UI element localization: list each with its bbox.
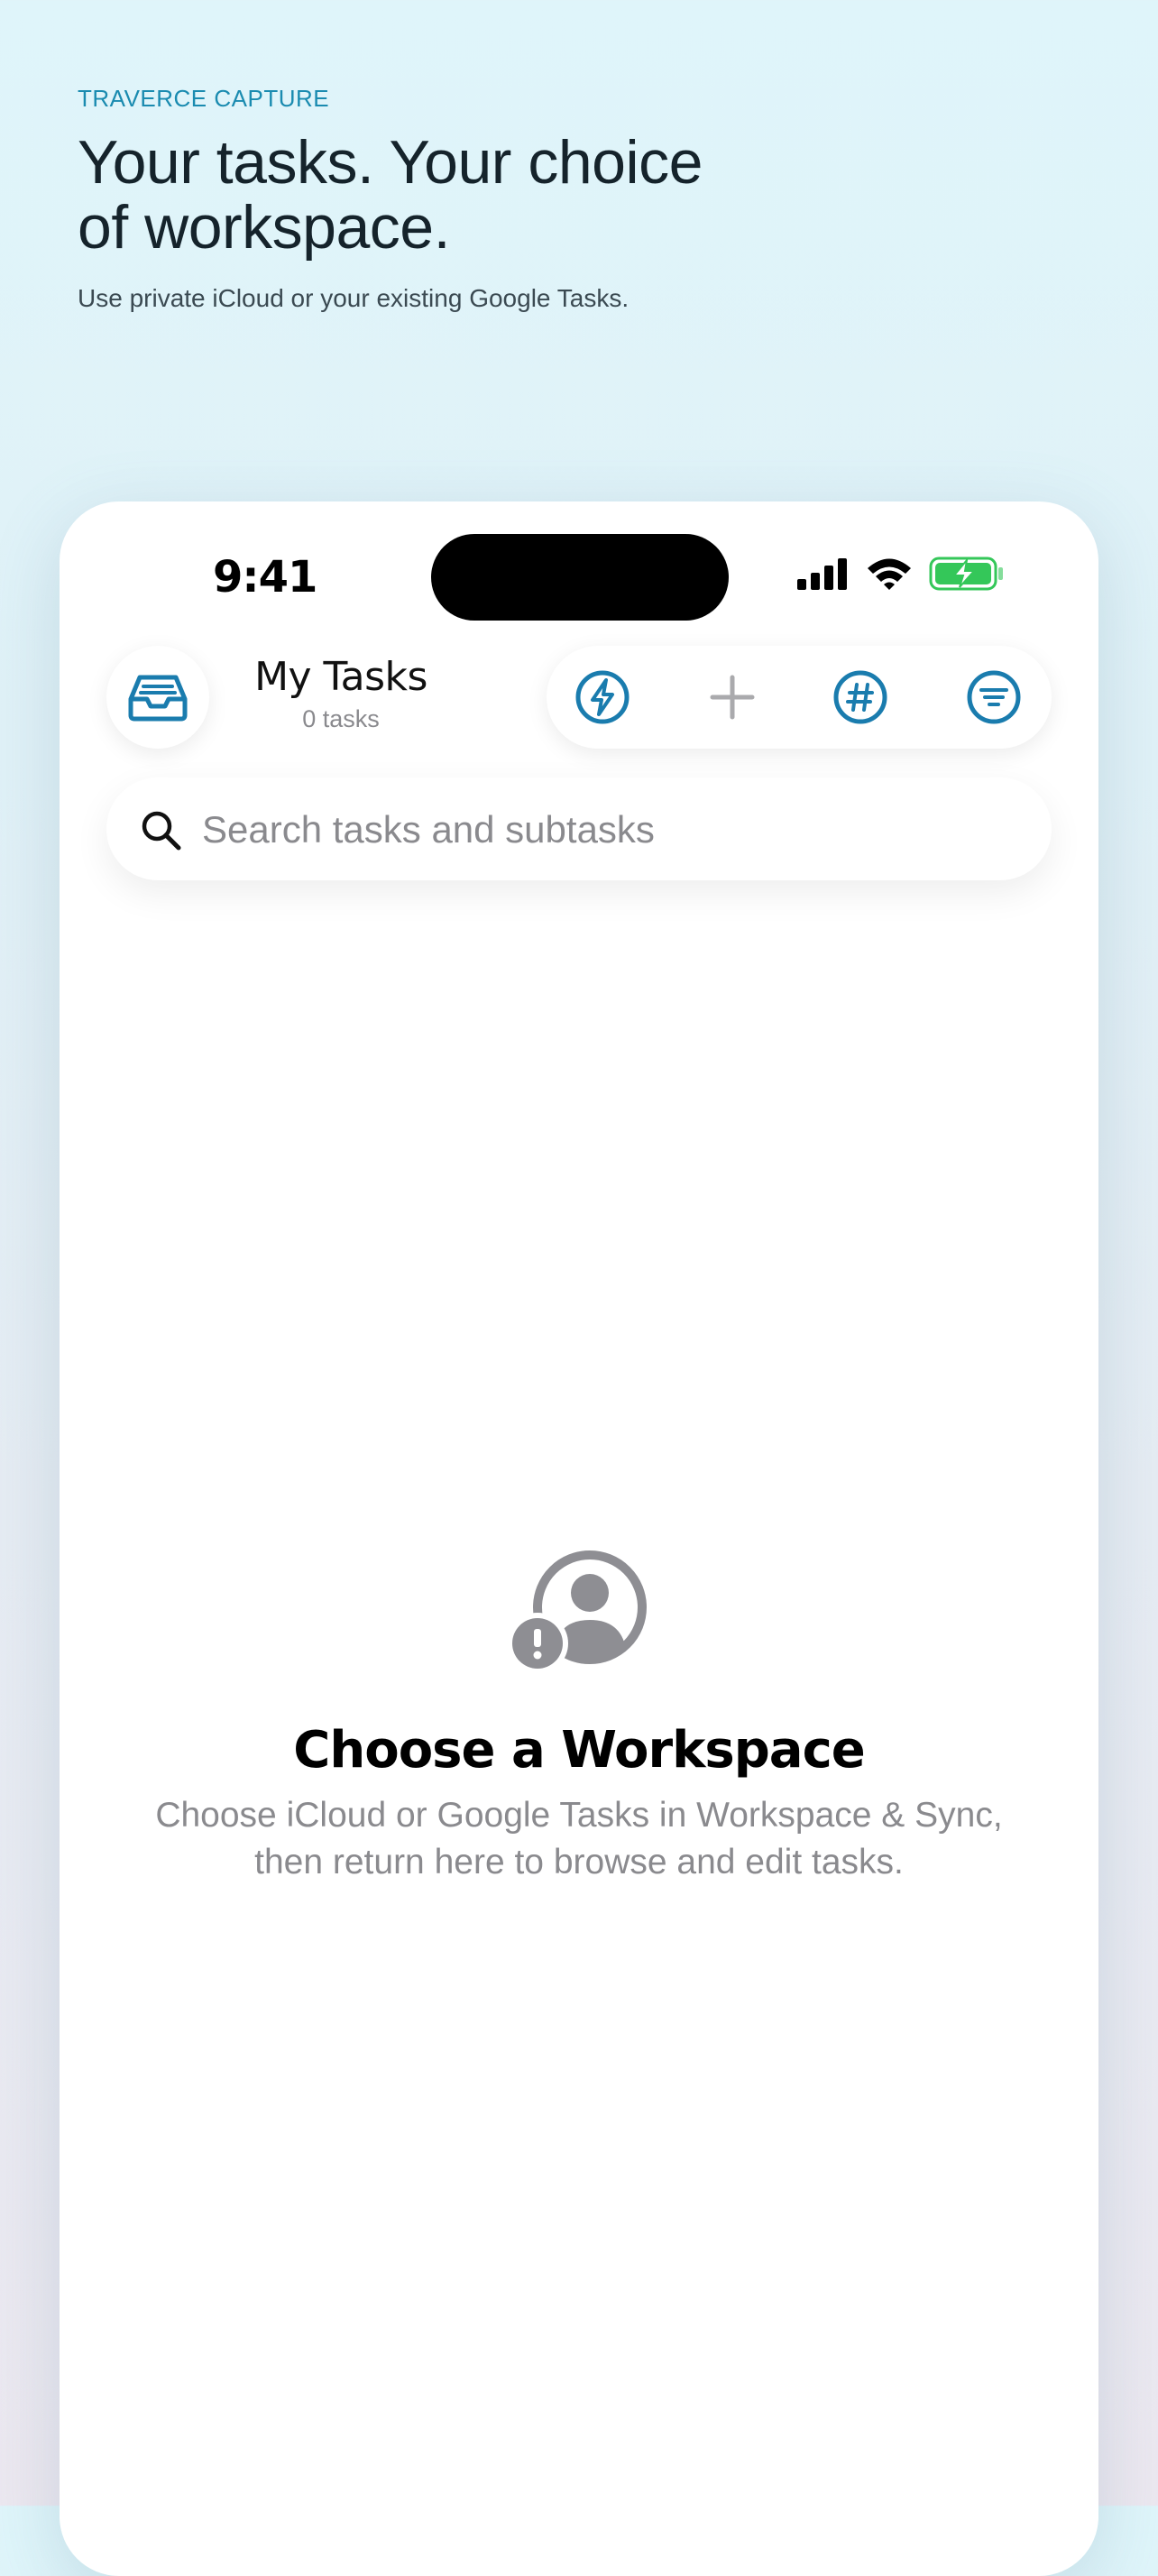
bolt-icon <box>575 670 630 724</box>
cellular-signal-icon <box>797 558 847 590</box>
empty-state-body-line-1: Choose iCloud or Google Tasks in Workspa… <box>155 1796 1003 1835</box>
marketing-header: TRAVERCE CAPTURE Your tasks. Your choice… <box>78 83 1070 314</box>
empty-state: Choose a Workspace Choose iCloud or Goog… <box>60 1548 1098 1886</box>
battery-charging-icon <box>929 557 1003 591</box>
subhead: Use private iCloud or your existing Goog… <box>78 284 630 312</box>
phone-screen: 9:41 My Tasks 0 tasks Search tasks and s… <box>60 501 1098 2576</box>
empty-state-body: Choose iCloud or Google Tasks in Workspa… <box>128 1792 1030 1886</box>
hashtag-icon <box>833 670 887 724</box>
eyebrow-label: TRAVERCE CAPTURE <box>78 85 330 112</box>
filter-icon <box>967 670 1021 724</box>
empty-state-body-line-2: then return here to browse and edit task… <box>254 1843 904 1881</box>
header-row: My Tasks 0 tasks <box>106 646 1052 750</box>
search-input[interactable] <box>200 799 1016 860</box>
filter-button[interactable] <box>965 668 1023 726</box>
wifi-icon <box>868 558 911 590</box>
status-icons <box>795 556 1005 592</box>
headline-line-2: of workspace. <box>78 193 451 262</box>
task-count: 0 tasks <box>302 705 380 732</box>
list-title-block: My Tasks 0 tasks <box>233 654 449 733</box>
quick-capture-button[interactable] <box>574 668 631 726</box>
toolbar <box>547 646 1052 749</box>
inbox-tray-icon <box>128 675 188 722</box>
dynamic-island <box>431 534 729 621</box>
person-warning-icon <box>507 1550 647 1674</box>
search-bar[interactable] <box>106 777 1052 880</box>
status-time: 9:41 <box>213 552 317 603</box>
plus-icon <box>710 675 755 720</box>
empty-state-title: Choose a Workspace <box>293 1721 866 1780</box>
headline: Your tasks. Your choice of workspace. <box>78 130 1070 260</box>
tags-button[interactable] <box>832 668 889 726</box>
search-icon <box>142 811 181 851</box>
list-title: My Tasks <box>254 654 427 700</box>
inbox-button[interactable] <box>106 646 209 749</box>
headline-line-1: Your tasks. Your choice <box>78 128 703 197</box>
add-task-button[interactable] <box>703 668 761 726</box>
